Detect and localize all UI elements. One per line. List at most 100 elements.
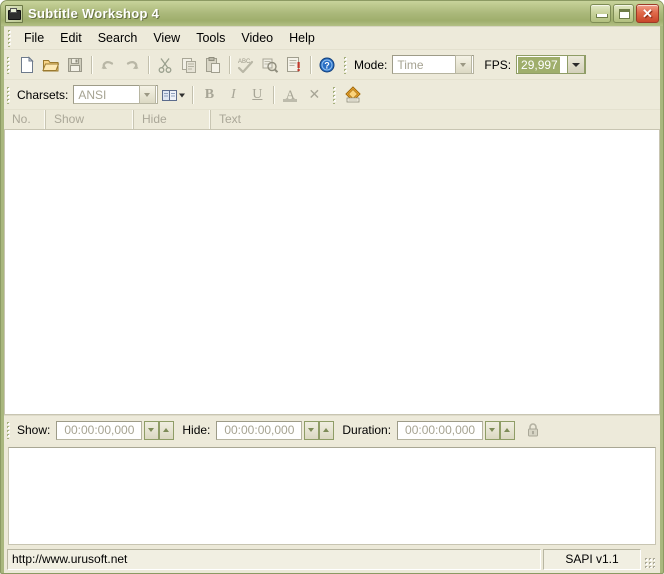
- close-button[interactable]: ✕: [636, 4, 659, 23]
- fps-value[interactable]: 29,997: [518, 56, 560, 73]
- menu-help[interactable]: Help: [281, 29, 323, 47]
- charset-book-button[interactable]: [158, 83, 188, 106]
- menu-video[interactable]: Video: [233, 29, 281, 47]
- chevron-down-icon[interactable]: [139, 85, 157, 104]
- maximize-button[interactable]: [613, 4, 634, 23]
- charsets-label: Charsets:: [17, 87, 69, 102]
- book-dictionary-icon: [162, 89, 186, 101]
- toolbar-separator: [91, 55, 92, 74]
- menu-search[interactable]: Search: [90, 29, 146, 47]
- toolbar-separator: [310, 55, 311, 74]
- document-info-icon: [287, 56, 300, 72]
- new-file-button[interactable]: [15, 53, 39, 76]
- mode-select[interactable]: Time: [392, 55, 475, 74]
- duration-input[interactable]: 00:00:00,000: [397, 420, 484, 440]
- status-bar: http://www.urusoft.net SAPI v1.1: [7, 549, 657, 570]
- menu-view[interactable]: View: [145, 29, 188, 47]
- column-header-hide[interactable]: Hide: [134, 110, 211, 129]
- copy-button[interactable]: [177, 53, 201, 76]
- search-button[interactable]: [258, 53, 282, 76]
- lock-duration-button[interactable]: [521, 419, 545, 442]
- undo-button[interactable]: [96, 53, 120, 76]
- app-icon[interactable]: [5, 4, 23, 23]
- open-file-button[interactable]: [39, 53, 63, 76]
- clear-formatting-label: ✕: [308, 86, 321, 102]
- translator-group-grip[interactable]: [332, 85, 339, 104]
- toolbar-separator: [229, 55, 230, 74]
- save-file-button[interactable]: [63, 53, 87, 76]
- toolbar-grip-handle[interactable]: [6, 55, 12, 74]
- redo-icon: [126, 60, 139, 69]
- menu-bar: File Edit Search View Tools Video Help: [4, 27, 660, 50]
- mode-group-grip[interactable]: [343, 55, 349, 74]
- paste-button[interactable]: [201, 53, 225, 76]
- duration-up-icon[interactable]: [500, 420, 516, 440]
- cut-button[interactable]: [153, 53, 177, 76]
- chevron-down-icon[interactable]: [455, 55, 473, 74]
- show-time-input[interactable]: 00:00:00,000: [56, 420, 143, 440]
- font-color-swatch: [283, 99, 298, 102]
- timing-toolbar: Show: 00:00:00,000 Hide: 00:00:00,000 Du…: [4, 415, 660, 444]
- spellcheck-button[interactable]: ABC: [234, 53, 258, 76]
- show-time-down-icon[interactable]: [144, 420, 160, 440]
- column-header-show[interactable]: Show: [46, 110, 134, 129]
- underline-label: U: [252, 86, 263, 102]
- subtitle-list[interactable]: [4, 130, 660, 415]
- show-time-up-icon[interactable]: [159, 420, 175, 440]
- charset-select[interactable]: ANSI: [73, 85, 159, 104]
- hide-time-spinner[interactable]: [304, 420, 335, 440]
- menu-edit[interactable]: Edit: [52, 29, 90, 47]
- maximize-icon: [619, 9, 630, 19]
- duration-spinner[interactable]: [485, 420, 516, 440]
- client-area: File Edit Search View Tools Video Help A…: [4, 26, 660, 573]
- cut-scissors-icon: [158, 57, 172, 73]
- toolbar-separator: [192, 85, 194, 104]
- show-time-spinner[interactable]: [144, 420, 175, 440]
- search-magnifier-icon: [262, 58, 279, 73]
- translator-mode-icon: [345, 85, 362, 102]
- resize-grip[interactable]: [643, 549, 657, 570]
- fps-chevron-down-icon[interactable]: [567, 55, 586, 74]
- hide-time-down-icon[interactable]: [304, 420, 320, 440]
- hide-time-input[interactable]: 00:00:00,000: [216, 420, 303, 440]
- information-errors-button[interactable]: [282, 53, 306, 76]
- column-header-no[interactable]: No.: [4, 110, 46, 129]
- bold-label: B: [204, 86, 215, 102]
- minimize-icon: [596, 14, 608, 18]
- italic-label: I: [231, 86, 236, 102]
- status-sapi: SAPI v1.1: [543, 549, 641, 570]
- italic-button[interactable]: I: [221, 83, 245, 106]
- lock-icon: [528, 423, 539, 437]
- timing-grip-handle[interactable]: [6, 421, 12, 439]
- title-bar[interactable]: Subtitle Workshop 4 ✕: [1, 1, 663, 26]
- bold-button[interactable]: B: [197, 83, 221, 106]
- translator-mode-button[interactable]: [341, 83, 365, 106]
- save-disk-icon: [68, 57, 82, 72]
- fps-select[interactable]: 29,997: [516, 55, 587, 74]
- main-toolbar: ABC ? Mode: Time FPS: 29,997: [4, 50, 660, 80]
- subtitle-text-editor[interactable]: [8, 447, 656, 545]
- font-color-button[interactable]: A: [278, 83, 302, 106]
- show-label: Show:: [17, 423, 51, 437]
- charset-group-grip[interactable]: [6, 85, 12, 104]
- duration-down-icon[interactable]: [485, 420, 501, 440]
- minimize-button[interactable]: [590, 4, 611, 23]
- redo-button[interactable]: [120, 53, 144, 76]
- help-question-icon: ?: [319, 57, 335, 72]
- menu-tools[interactable]: Tools: [188, 29, 233, 47]
- underline-button[interactable]: U: [245, 83, 269, 106]
- clear-formatting-button[interactable]: ✕: [302, 83, 326, 106]
- window-controls: ✕: [590, 4, 661, 23]
- status-url[interactable]: http://www.urusoft.net: [7, 549, 541, 570]
- charset-value: ANSI: [78, 87, 107, 102]
- menu-file[interactable]: File: [16, 29, 52, 47]
- open-folder-icon: [42, 59, 60, 71]
- application-window: Subtitle Workshop 4 ✕ File Edit Search V…: [0, 0, 664, 574]
- column-header-text[interactable]: Text: [211, 110, 660, 129]
- copy-icon: [182, 57, 196, 73]
- hide-label: Hide:: [182, 423, 211, 437]
- help-button[interactable]: ?: [315, 53, 339, 76]
- toolbar-separator: [148, 55, 149, 74]
- menu-grip-handle[interactable]: [7, 29, 13, 47]
- hide-time-up-icon[interactable]: [319, 420, 335, 440]
